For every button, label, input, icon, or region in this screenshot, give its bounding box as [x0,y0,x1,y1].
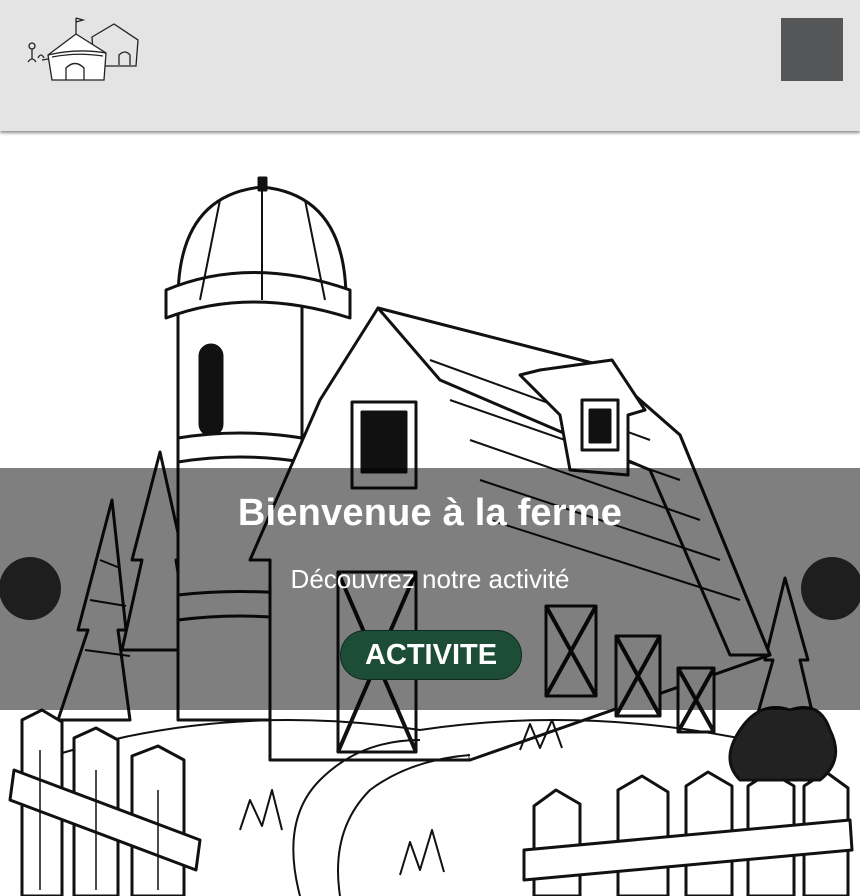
activite-button[interactable]: ACTIVITE [340,630,522,680]
site-header [0,0,860,131]
logo-link[interactable] [22,12,142,86]
carousel-next-button[interactable] [801,557,860,620]
hero-title: Bienvenue à la ferme [237,492,623,534]
carousel-prev-button[interactable] [0,557,61,620]
menu-toggle-button[interactable] [781,18,843,81]
hero-caption: Bienvenue à la ferme Découvrez notre act… [0,468,860,710]
farm-huts-logo-icon [27,17,139,81]
hero-subtitle: Découvrez notre activité [290,564,570,594]
